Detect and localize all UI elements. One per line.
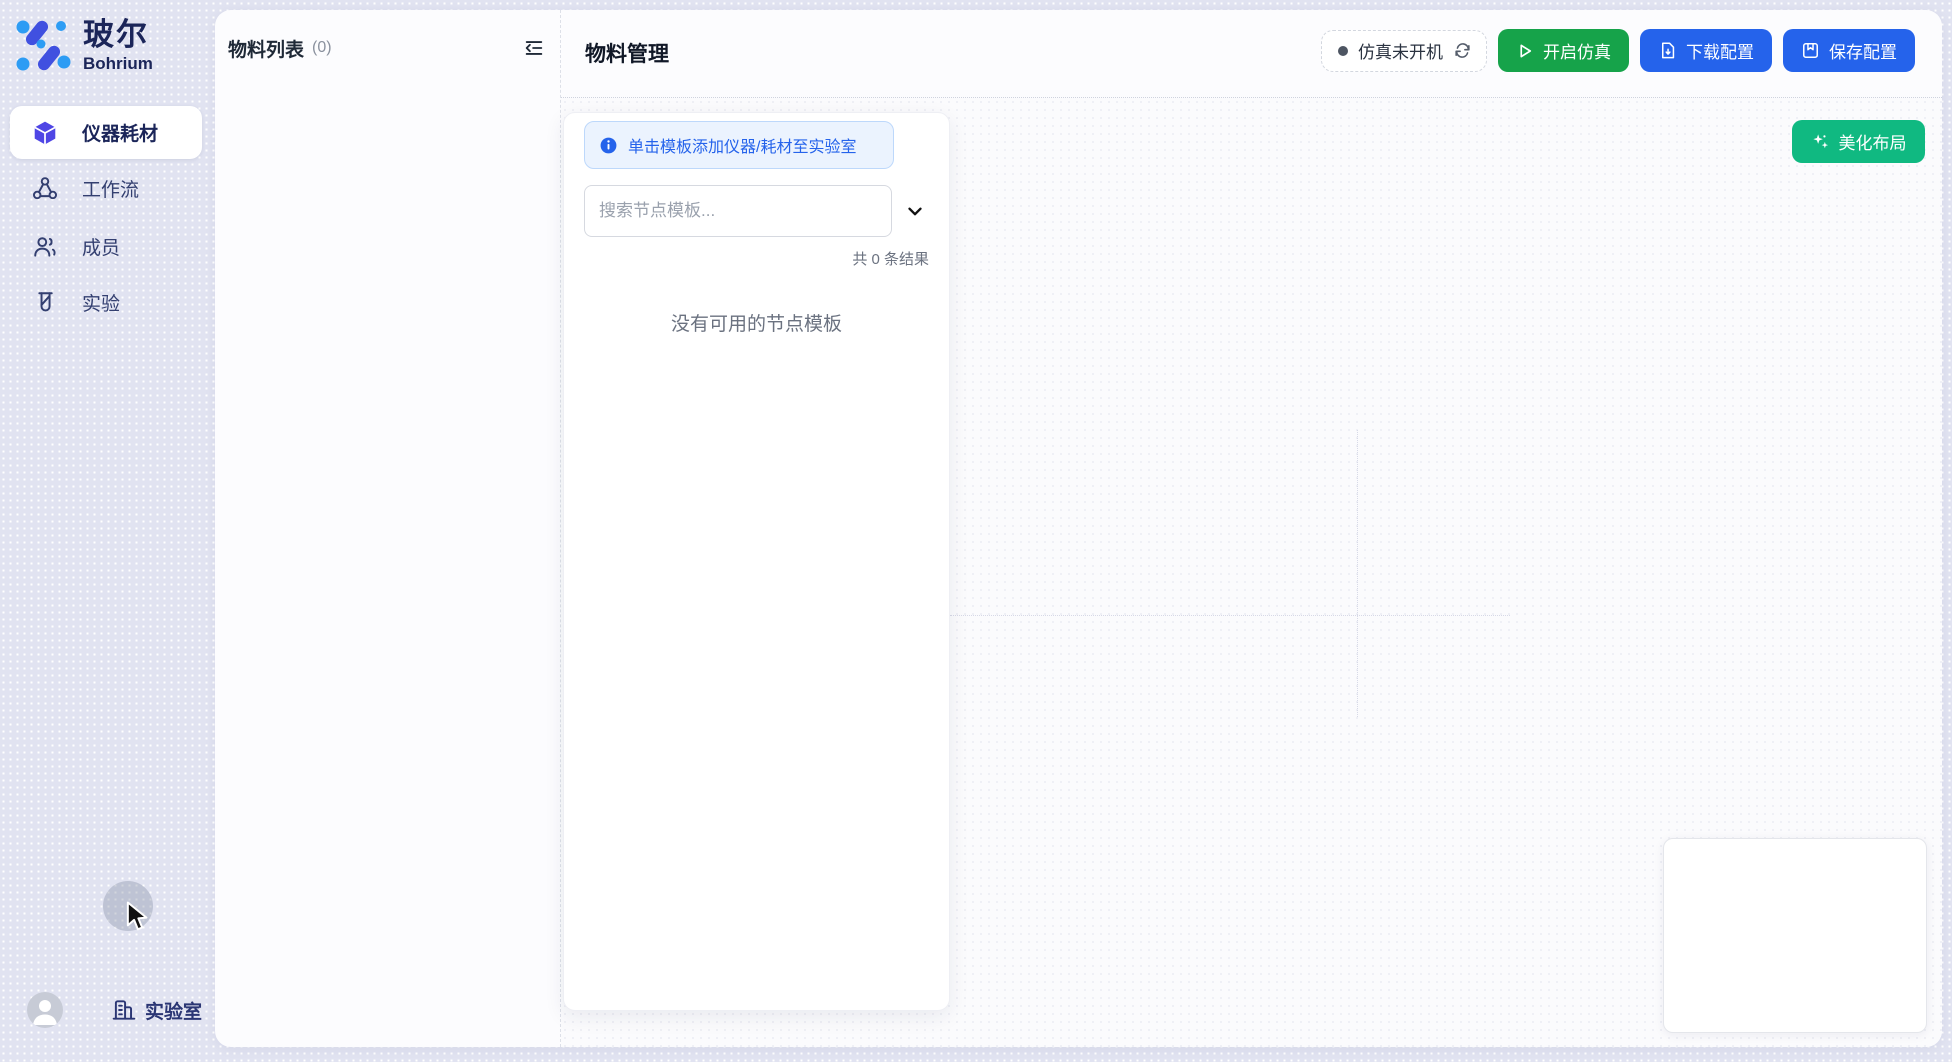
template-hint-text: 单击模板添加仪器/耗材至实验室 (628, 133, 856, 157)
refresh-status-button[interactable] (1453, 41, 1472, 60)
main-shell: 物料列表 (0) 物料管理 仿真未开机 (215, 10, 1942, 1047)
chevron-down-icon (904, 200, 926, 222)
canvas-minimap[interactable] (1663, 838, 1927, 1033)
sidebar-item-members[interactable]: 成员 (10, 220, 202, 273)
save-config-button[interactable]: 保存配置 (1783, 29, 1915, 72)
app-sidebar: 玻尔 Bohrium 仪器耗材 工作流 (0, 0, 215, 1062)
sidebar-footer: 实验室 (27, 992, 202, 1028)
cube-icon (32, 120, 58, 146)
status-dot-icon (1338, 46, 1348, 56)
materials-list-panel: 物料列表 (0) (215, 10, 560, 1047)
page-title: 物料管理 (585, 38, 669, 68)
sidebar-item-label: 成员 (82, 233, 120, 260)
members-icon (32, 234, 58, 260)
avatar[interactable] (27, 992, 63, 1028)
workspace-label: 实验室 (145, 997, 202, 1024)
workflow-icon (32, 176, 58, 202)
search-template-input[interactable] (584, 185, 892, 237)
bohrium-logo-icon (15, 14, 73, 76)
page-header: 物料管理 仿真未开机 (561, 10, 1942, 98)
canvas-guide-line-h (950, 615, 1510, 616)
template-hint-banner: 单击模板添加仪器/耗材至实验室 (584, 121, 894, 169)
search-result-count: 共 0 条结果 (852, 248, 929, 269)
save-config-label: 保存配置 (1829, 38, 1897, 63)
materials-list-count: (0) (312, 39, 332, 57)
brand-logo: 玻尔 Bohrium (15, 14, 153, 76)
beautify-layout-button[interactable]: 美化布局 (1792, 120, 1925, 163)
mouse-cursor (126, 901, 148, 933)
sidebar-item-label: 实验 (82, 289, 120, 316)
collapse-panel-button[interactable] (521, 35, 547, 61)
workspace-switcher[interactable]: 实验室 (111, 997, 202, 1024)
brand-name-cn: 玻尔 (83, 19, 153, 50)
save-icon (1801, 41, 1820, 60)
canvas-guide-line-v (1357, 430, 1358, 717)
simulation-status-badge: 仿真未开机 (1321, 30, 1487, 72)
empty-templates-message: 没有可用的节点模板 (564, 309, 949, 336)
play-icon (1516, 42, 1534, 60)
start-simulation-label: 开启仿真 (1543, 38, 1611, 63)
download-file-icon (1658, 41, 1677, 60)
refresh-icon (1453, 41, 1472, 60)
beautify-layout-label: 美化布局 (1839, 129, 1907, 154)
sidebar-item-label: 仪器耗材 (82, 119, 158, 146)
download-config-label: 下载配置 (1686, 38, 1754, 63)
download-config-button[interactable]: 下载配置 (1640, 29, 1772, 72)
experiment-icon (32, 290, 58, 316)
fold-icon (523, 37, 545, 59)
brand-name-en: Bohrium (83, 55, 153, 72)
info-icon (599, 136, 618, 155)
status-label: 仿真未开机 (1358, 38, 1443, 63)
sparkles-icon (1811, 132, 1830, 151)
start-simulation-button[interactable]: 开启仿真 (1498, 29, 1629, 72)
node-template-panel: 单击模板添加仪器/耗材至实验室 共 0 条结果 没有可用的节点模板 (563, 112, 950, 1011)
expand-filters-button[interactable] (904, 200, 926, 222)
materials-list-title: 物料列表 (228, 35, 304, 62)
sidebar-item-label: 工作流 (82, 175, 139, 202)
building-icon (111, 997, 137, 1023)
layout-canvas[interactable]: 单击模板添加仪器/耗材至实验室 共 0 条结果 没有可用的节点模板 (561, 98, 1942, 1047)
sidebar-item-workflow[interactable]: 工作流 (10, 162, 202, 215)
sidebar-item-instruments[interactable]: 仪器耗材 (10, 106, 202, 159)
sidebar-item-experiments[interactable]: 实验 (10, 276, 202, 329)
